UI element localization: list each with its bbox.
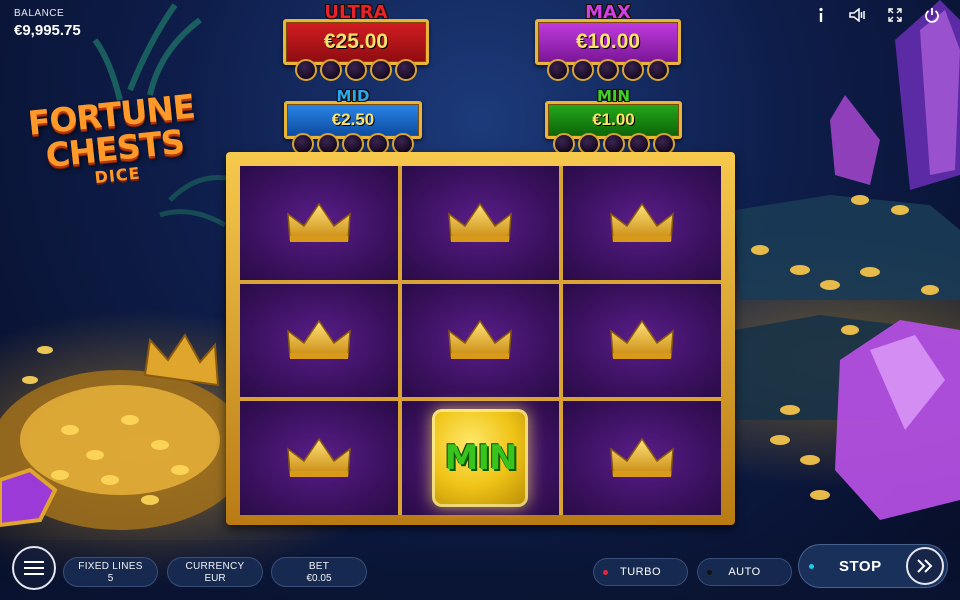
crown-icon [286,437,351,478]
auto-toggle[interactable]: AUTO [697,558,792,586]
jackpot-slot [597,59,619,81]
fixed-lines-display: FIXED LINES 5 [63,557,158,587]
crown-icon [610,202,675,242]
spin-forward-button[interactable] [906,547,944,585]
currency-value: EUR [204,573,226,584]
bet-value: €0.05 [306,573,332,584]
jackpot-min: MIN €1.00 [545,89,682,155]
stop-label: STOP [839,558,882,575]
reel-cell-crown [401,283,560,398]
jackpot-slot [572,59,594,81]
jackpot-mid: MID €2.50 [284,89,422,155]
auto-label: AUTO [728,566,761,578]
jackpot-slot [295,59,317,81]
jackpot-mid-name: MID [336,87,370,105]
min-die-label: MIN [444,438,518,479]
jackpot-min-name: MIN [596,87,631,105]
jackpot-max-name: MAX [585,2,631,23]
reel-cell-crown [401,166,560,280]
jackpot-slot [647,59,669,81]
crown-icon [448,202,513,242]
game-logo: FORTUNE CHESTS DICE [10,87,218,195]
reel-cell-crown [563,401,721,515]
jackpot-max-slots [535,59,681,81]
crown-icon [448,320,513,360]
power-icon[interactable] [913,6,950,24]
reel-cell-crown [240,166,398,280]
jackpot-slot [547,59,569,81]
stop-indicator [809,564,814,569]
crown-icon [610,437,675,478]
jackpot-slot [345,59,367,81]
balance-value: €9,995.75 [14,22,81,39]
jackpot-ultra-slots [283,59,429,81]
jackpot-slot [320,59,342,81]
crown-icon [286,202,351,242]
hamburger-icon [24,561,44,575]
reel-cell-crown [563,166,721,280]
reel-grid: MIN [240,166,721,515]
crown-icon [610,320,675,360]
balance-label: BALANCE [14,8,65,19]
top-toolbar [802,6,950,24]
fullscreen-icon[interactable] [876,6,913,24]
menu-button[interactable] [12,546,56,590]
jackpot-ultra-name: ULTRA [324,2,388,23]
reel-cell-crown [240,401,398,515]
currency-selector[interactable]: CURRENCY EUR [167,557,263,587]
crown-icon [286,320,351,360]
fixed-lines-label: FIXED LINES [78,561,143,572]
info-icon[interactable] [802,6,839,24]
reel-cell-crown [563,283,721,398]
turbo-label: TURBO [620,566,661,578]
sound-icon[interactable] [839,6,876,24]
bet-label: BET [308,561,330,572]
reel-cell-crown [240,283,398,398]
reel-board: MIN [226,152,735,525]
jackpot-slot [370,59,392,81]
double-chevron-right-icon [917,559,933,573]
min-die-symbol: MIN [432,409,529,508]
balance-display: BALANCE €9,995.75 [14,8,81,39]
jackpot-slot [395,59,417,81]
turbo-toggle[interactable]: TURBO [593,558,688,586]
reel-cell-min-die: MIN [401,401,560,515]
bet-selector[interactable]: BET €0.05 [271,557,367,587]
auto-indicator [707,570,712,575]
jackpot-ultra: ULTRA €25.00 [283,4,429,81]
fixed-lines-value: 5 [107,573,114,584]
stop-button[interactable]: STOP [798,544,948,588]
turbo-indicator [603,570,608,575]
jackpot-slot [622,59,644,81]
currency-label: CURRENCY [185,561,245,572]
jackpot-max: MAX €10.00 [535,4,681,81]
